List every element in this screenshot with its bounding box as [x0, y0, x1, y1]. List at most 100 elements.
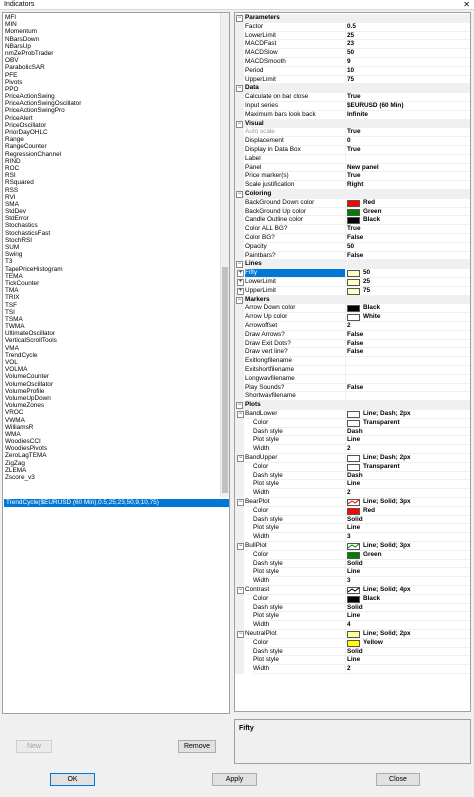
property-value[interactable]: 25: [345, 31, 470, 41]
property-row[interactable]: Color Transparent: [235, 418, 470, 428]
property-row[interactable]: Opacity 50: [235, 242, 470, 252]
collapse-icon[interactable]: −: [236, 296, 243, 304]
category-header[interactable]: − Plots: [235, 401, 470, 410]
indicator-item[interactable]: ZeroLagTEMA: [3, 452, 222, 459]
property-value[interactable]: 3: [345, 533, 470, 542]
indicator-item[interactable]: TEMA: [3, 273, 222, 280]
property-value[interactable]: Line; Dash; 2px: [345, 454, 470, 463]
property-row[interactable]: Plot style Line: [235, 656, 470, 666]
indicator-item[interactable]: Stochastics: [3, 222, 222, 229]
property-value[interactable]: True: [345, 172, 470, 182]
property-row[interactable]: BackGround Up color Green: [235, 207, 470, 217]
property-row[interactable]: Dash style Dash: [235, 427, 470, 437]
property-row[interactable]: Draw vert line? False: [235, 348, 470, 358]
property-row[interactable]: Width 2: [235, 445, 470, 454]
property-value[interactable]: Infinite: [345, 110, 470, 120]
property-value[interactable]: True: [345, 128, 470, 138]
indicator-item[interactable]: VROC: [3, 409, 222, 416]
indicator-item[interactable]: T3: [3, 258, 222, 265]
close-icon[interactable]: ✕: [463, 0, 470, 10]
property-value[interactable]: Line: [345, 480, 470, 490]
property-value[interactable]: 23: [345, 40, 470, 50]
applied-indicator-item[interactable]: TrendCycle($EURUSD (60 Min),0.5,25,23,50…: [4, 499, 229, 507]
collapse-icon[interactable]: −: [236, 85, 243, 93]
category-header[interactable]: − Coloring: [235, 190, 470, 199]
property-value[interactable]: 10: [345, 66, 470, 76]
property-row[interactable]: Play Sounds? False: [235, 383, 470, 393]
collapse-icon[interactable]: −: [236, 261, 243, 269]
property-row[interactable]: Dash style Solid: [235, 647, 470, 657]
property-row[interactable]: − Contrast Line; Solid; 4px: [235, 586, 470, 595]
property-value[interactable]: Solid: [345, 559, 470, 569]
property-value[interactable]: Black: [345, 304, 470, 314]
property-row[interactable]: Arrow Up color White: [235, 313, 470, 322]
indicator-item[interactable]: Momentum: [3, 28, 222, 35]
property-row[interactable]: Plot style Line: [235, 612, 470, 622]
indicator-item[interactable]: ZigZag: [3, 460, 222, 467]
property-row[interactable]: Dash style Solid: [235, 515, 470, 525]
property-row[interactable]: − BandLower Line; Dash; 2px: [235, 410, 470, 419]
property-row[interactable]: Plot style Line: [235, 436, 470, 446]
property-value[interactable]: Red: [345, 506, 470, 516]
property-value[interactable]: Line; Solid; 4px: [345, 586, 470, 595]
indicator-item[interactable]: RVI: [3, 194, 222, 201]
property-value[interactable]: White: [345, 313, 470, 322]
indicator-item[interactable]: TrendCycle: [3, 352, 222, 359]
property-row[interactable]: Width 3: [235, 577, 470, 586]
indicator-item[interactable]: VMA: [3, 345, 222, 352]
collapse-icon[interactable]: −: [236, 15, 243, 22]
indicator-item[interactable]: StdError: [3, 215, 222, 222]
property-value[interactable]: False: [345, 234, 470, 243]
property-value[interactable]: 50: [345, 242, 470, 252]
property-row[interactable]: Scale justification Right: [235, 181, 470, 190]
property-row[interactable]: Draw Arrows? False: [235, 330, 470, 340]
property-row[interactable]: Plot style Line: [235, 568, 470, 578]
property-value[interactable]: 75: [345, 286, 470, 296]
property-value[interactable]: Line; Solid; 3px: [345, 498, 470, 507]
indicator-item[interactable]: RIND: [3, 158, 222, 165]
indicator-item[interactable]: UltimateOscillator: [3, 330, 222, 337]
expand-icon[interactable]: +: [237, 270, 244, 278]
property-row[interactable]: Longwavfilename: [235, 374, 470, 384]
property-row[interactable]: Display in Data Box True: [235, 146, 470, 155]
property-value[interactable]: Dash: [345, 427, 470, 437]
property-value[interactable]: 2: [345, 445, 470, 454]
property-value[interactable]: Solid: [345, 603, 470, 613]
property-value[interactable]: False: [345, 339, 470, 349]
indicator-item[interactable]: WilliamsR: [3, 424, 222, 431]
property-row[interactable]: + UpperLimit 75: [235, 286, 470, 296]
expand-icon[interactable]: +: [237, 279, 244, 286]
property-value[interactable]: Line; Solid; 3px: [345, 542, 470, 551]
indicator-item[interactable]: TMA: [3, 287, 222, 294]
property-value[interactable]: Yellow: [345, 638, 470, 648]
indicator-item[interactable]: TickCounter: [3, 280, 222, 287]
collapse-icon[interactable]: −: [237, 587, 244, 594]
property-row[interactable]: MACDSmooth 9: [235, 58, 470, 67]
property-value[interactable]: Dash: [345, 471, 470, 481]
indicator-item[interactable]: StochRSI: [3, 237, 222, 244]
property-value[interactable]: 2: [345, 489, 470, 498]
property-row[interactable]: Color Red: [235, 506, 470, 516]
property-row[interactable]: − BandUpper Line; Dash; 2px: [235, 454, 470, 463]
indicator-item[interactable]: Zscore_v3: [3, 474, 222, 481]
collapse-icon[interactable]: −: [237, 631, 244, 638]
property-value[interactable]: Line: [345, 612, 470, 622]
indicator-item[interactable]: RangeCounter: [3, 143, 222, 150]
category-header[interactable]: − Parameters: [235, 14, 470, 23]
property-value[interactable]: True: [345, 93, 470, 102]
indicator-item[interactable]: SUM: [3, 244, 222, 251]
property-value[interactable]: Line: [345, 656, 470, 666]
indicator-item[interactable]: NBarsUp: [3, 43, 222, 50]
property-row[interactable]: Price marker(s) True: [235, 172, 470, 182]
property-row[interactable]: Color BG? False: [235, 234, 470, 243]
property-row[interactable]: Exitshortfilename: [235, 366, 470, 375]
indicator-item[interactable]: TSI: [3, 309, 222, 316]
indicator-item[interactable]: VWMA: [3, 417, 222, 424]
property-value[interactable]: Black: [345, 594, 470, 604]
property-row[interactable]: Arrowoffset 2: [235, 322, 470, 331]
property-row[interactable]: Panel New panel: [235, 163, 470, 173]
indicator-item[interactable]: VolumeProfile: [3, 388, 222, 395]
property-value[interactable]: 4: [345, 621, 470, 630]
property-row[interactable]: Plot style Line: [235, 524, 470, 534]
list-scrollbar[interactable]: [220, 13, 229, 497]
